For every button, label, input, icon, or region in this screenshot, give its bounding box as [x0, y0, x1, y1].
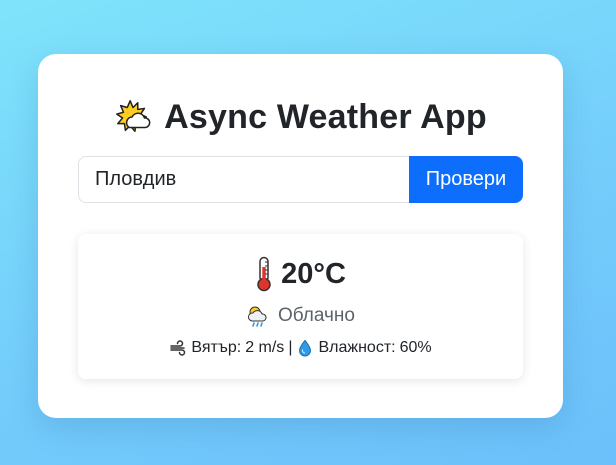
weather-card: Async Weather App Провери 20°C: [38, 54, 563, 418]
temperature-row: 20°C: [78, 254, 523, 294]
cloud-with-rain-icon: [247, 306, 267, 327]
wind-value: 2 m/s: [245, 339, 285, 356]
droplet-icon: [299, 339, 312, 357]
humidity-label: Влажност:: [318, 339, 396, 356]
thermometer-icon: [257, 256, 271, 292]
search-bar: Провери: [78, 156, 523, 203]
app-header: Async Weather App: [38, 94, 563, 140]
humidity-value: 60%: [399, 339, 432, 356]
description-row: Облачно: [78, 302, 523, 330]
sun-behind-cloud-icon: [116, 100, 151, 133]
check-button[interactable]: Провери: [409, 156, 523, 203]
weather-description: Облачно: [277, 305, 355, 326]
city-input[interactable]: [78, 156, 409, 203]
details-row: Вятър: 2 m/s | Влажност: 60%: [78, 336, 523, 360]
details-separator: |: [288, 339, 293, 356]
wind-label: Вятър:: [191, 339, 242, 356]
wind-icon: [170, 340, 186, 356]
weather-result: 20°C Облачно Вятър: 2 m/s | Влажност: 60…: [78, 234, 523, 379]
temperature-value: 20°C: [281, 257, 346, 290]
app-title: Async Weather App: [164, 97, 487, 136]
